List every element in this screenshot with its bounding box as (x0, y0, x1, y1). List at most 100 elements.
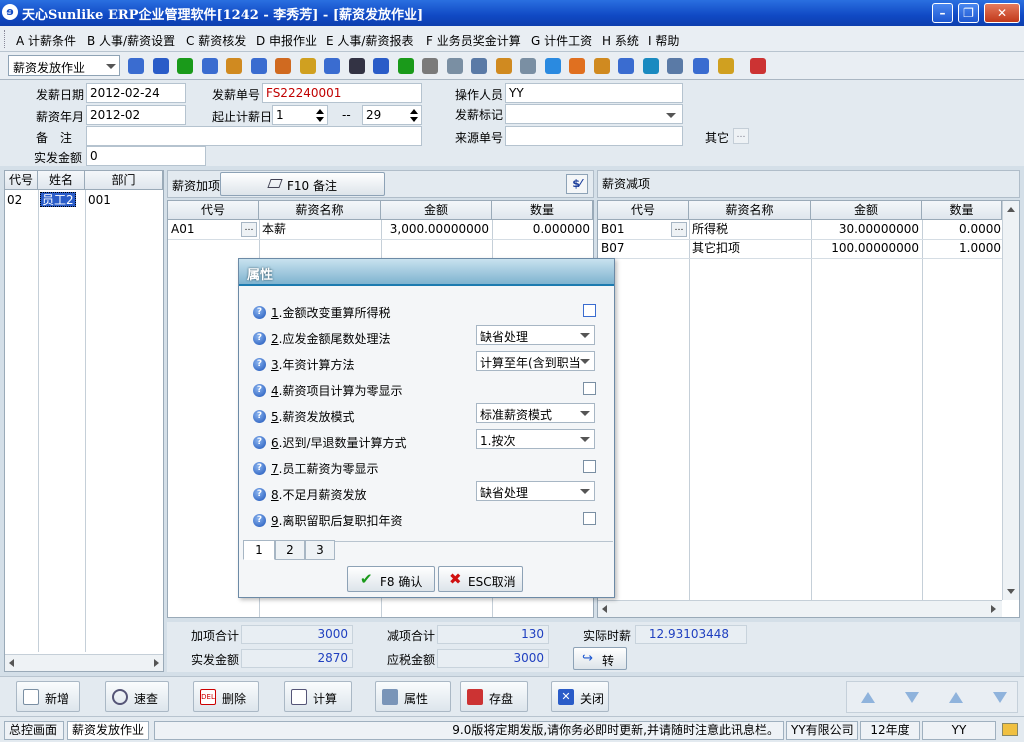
pay-flag-select[interactable] (505, 104, 683, 124)
scroll-left-icon[interactable] (602, 605, 607, 613)
people-icon[interactable] (275, 58, 291, 74)
column-header-item-name[interactable]: 薪资名称 (689, 201, 811, 220)
scroll-right-icon[interactable] (154, 659, 159, 667)
day-from-spinner[interactable]: 1 (272, 105, 328, 125)
folder-icon[interactable] (226, 58, 242, 74)
close-button[interactable]: ✕ 关闭 (551, 681, 609, 712)
scroll-right-icon[interactable] (991, 605, 996, 613)
property-select[interactable]: 1.按次 (476, 429, 595, 449)
menu-payroll-approval[interactable]: C 薪资核发 (186, 32, 246, 49)
help-icon[interactable]: ? (253, 332, 266, 345)
employee-dept-cell[interactable]: 001 (88, 191, 158, 210)
column-header-code[interactable]: 代号 (168, 201, 259, 220)
menu-hr-settings[interactable]: B 人事/薪资设置 (87, 32, 175, 49)
column-header-code[interactable]: 代号 (598, 201, 689, 220)
employee-code-cell[interactable]: 02 (7, 191, 37, 210)
tree-icon[interactable] (593, 58, 610, 74)
column-header-amount[interactable]: 金额 (381, 201, 492, 220)
lookup-button[interactable]: … (671, 222, 687, 237)
deduction-name-cell[interactable]: 其它扣项 (692, 239, 808, 258)
property-select[interactable]: 计算至年(含到职当 (476, 351, 595, 371)
tab-page-1[interactable]: 1 (243, 540, 275, 560)
screen-icon[interactable] (618, 58, 634, 74)
operator-field[interactable]: YY (505, 83, 683, 103)
copy-icon[interactable] (717, 58, 734, 74)
property-checkbox[interactable] (583, 512, 596, 525)
column-header-qty[interactable]: 数量 (922, 201, 1002, 220)
deduction-name-cell[interactable]: 所得税 (692, 220, 808, 239)
monitor-icon[interactable] (152, 58, 169, 74)
property-checkbox[interactable] (583, 382, 596, 395)
currency-toggle-icon[interactable]: $⁄ (566, 174, 588, 194)
column-header-name[interactable]: 姓名 (38, 171, 85, 190)
help-icon[interactable] (373, 58, 389, 74)
help-icon[interactable]: ? (253, 306, 266, 319)
deduction-code-cell[interactable]: B07 (601, 239, 661, 258)
dollar-icon[interactable] (397, 58, 414, 74)
column-header-amount[interactable]: 金额 (811, 201, 922, 220)
horizontal-scrollbar[interactable] (598, 600, 1002, 617)
close-box-icon[interactable] (693, 58, 709, 74)
mail-icon[interactable] (1002, 723, 1018, 736)
tab-page-3[interactable]: 3 (305, 540, 335, 560)
pay-no-field[interactable]: FS22240001 (262, 83, 422, 103)
pay-month-field[interactable]: 2012-02 (86, 105, 186, 125)
restore-button[interactable]: ❐ (958, 3, 979, 23)
property-select[interactable]: 标准薪资模式 (476, 403, 595, 423)
module-select[interactable]: 薪资发放作业 (8, 55, 120, 76)
addition-amount-cell[interactable]: 3,000.00000000 (384, 220, 489, 239)
flame-icon[interactable] (569, 58, 585, 74)
help-icon[interactable]: ? (253, 488, 266, 501)
f10-remark-button[interactable]: F10 备注 (220, 172, 385, 196)
convert-button[interactable]: ↪ 转 (573, 647, 627, 670)
cancel-button[interactable]: ✖ ESC取消 (438, 566, 523, 592)
key-icon[interactable] (348, 58, 365, 74)
home-icon[interactable] (250, 58, 267, 74)
minimize-button[interactable]: – (932, 3, 953, 23)
column-header-code[interactable]: 代号 (5, 171, 38, 190)
help-icon[interactable]: ? (253, 410, 266, 423)
other-button[interactable]: … (733, 128, 749, 144)
text-tool-icon[interactable] (128, 58, 144, 74)
column-header-dept[interactable]: 部门 (85, 171, 163, 190)
first-record-icon[interactable] (861, 692, 875, 703)
menu-calc-conditions[interactable]: A 计薪条件 (16, 32, 76, 49)
tab-page-2[interactable]: 2 (275, 540, 305, 560)
horizontal-scrollbar[interactable] (5, 654, 163, 671)
help-icon[interactable]: ? (253, 436, 266, 449)
pay-date-field[interactable]: 2012-02-24 (86, 83, 186, 103)
scroll-down-icon[interactable] (1007, 589, 1015, 594)
quick-find-button[interactable]: 速查 (105, 681, 169, 712)
addition-code-cell[interactable]: A01 (171, 220, 231, 239)
scroll-left-icon[interactable] (9, 659, 14, 667)
exit-icon[interactable] (749, 58, 766, 74)
deduction-amount-cell[interactable]: 100.00000000 (814, 239, 919, 258)
remark-field[interactable] (86, 126, 422, 146)
help-icon[interactable]: ? (253, 358, 266, 371)
properties-button[interactable]: 属性 (375, 681, 451, 712)
window-icon[interactable] (667, 58, 683, 74)
deduction-qty-cell[interactable]: 1.0000 (925, 239, 1001, 258)
vertical-scrollbar[interactable] (1002, 201, 1019, 600)
property-checkbox[interactable] (583, 304, 596, 317)
help-icon[interactable]: ? (253, 384, 266, 397)
help-icon[interactable]: ? (253, 462, 266, 475)
deduction-amount-cell[interactable]: 30.00000000 (814, 220, 919, 239)
refresh-icon[interactable] (642, 58, 659, 74)
cart-icon[interactable] (422, 58, 438, 74)
menu-declaration[interactable]: D 申报作业 (256, 32, 317, 49)
archive-icon[interactable] (495, 58, 512, 74)
last-record-icon[interactable] (993, 692, 1007, 703)
addition-name-cell[interactable]: 本薪 (262, 220, 378, 239)
book-icon[interactable] (324, 58, 340, 74)
employee-name-cell[interactable]: 员工2 (40, 192, 76, 207)
menu-help[interactable]: I 帮助 (648, 32, 679, 49)
lookup-button[interactable]: … (241, 222, 257, 237)
spinner-arrows-icon[interactable] (315, 107, 325, 123)
home-tab[interactable]: 总控画面 (4, 721, 64, 740)
new-button[interactable]: 新增 (16, 681, 80, 712)
source-no-field[interactable] (505, 126, 683, 146)
grid-icon[interactable] (471, 58, 487, 74)
help-icon[interactable]: ? (253, 514, 266, 527)
day-to-spinner[interactable]: 29 (362, 105, 422, 125)
